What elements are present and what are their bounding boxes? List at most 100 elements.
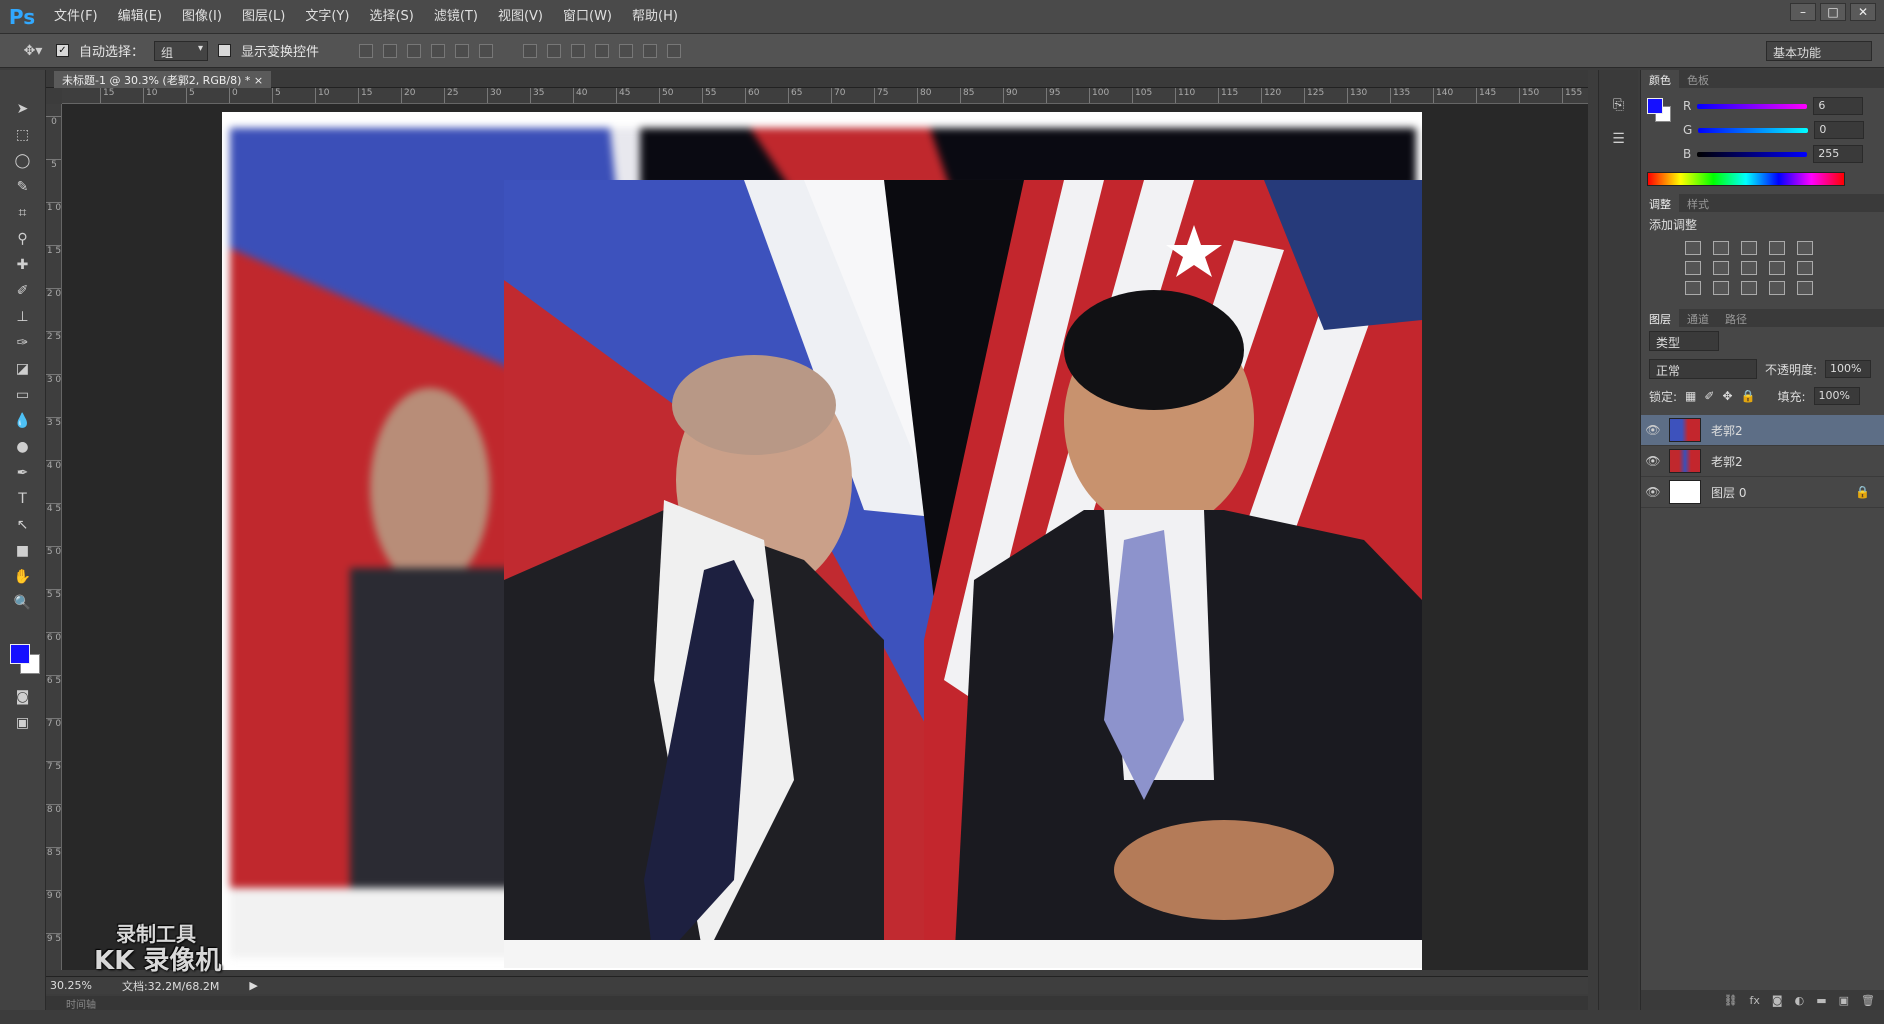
delete-layer-icon[interactable]: 🗑 [1861,994,1875,1007]
hue-saturation-icon[interactable] [1685,261,1701,275]
menu-filter[interactable]: 滤镜(T) [424,0,488,34]
add-mask-icon[interactable]: ◙ [1772,994,1783,1007]
slider-red[interactable]: R 6 [1677,94,1870,118]
vibrance-icon[interactable] [1797,241,1813,255]
status-menu-arrow-icon[interactable]: ▶ [249,979,257,992]
crop-tool-icon[interactable]: ⌗ [10,204,36,222]
red-track[interactable] [1697,103,1808,109]
hand-tool-icon[interactable]: ✋ [10,568,36,586]
show-transform-checkbox[interactable] [218,44,232,57]
brush-tool-icon[interactable]: ✐ [10,282,36,300]
quick-select-tool-icon[interactable]: ✎ [10,178,36,196]
new-adjustment-icon[interactable]: ◐ [1795,994,1805,1007]
blue-value[interactable]: 255 [1813,145,1864,163]
visibility-eye-icon[interactable]: 👁 [1641,454,1665,468]
timeline-bar[interactable]: 时间轴 [46,996,1588,1011]
threshold-icon[interactable] [1741,281,1757,295]
tab-color[interactable]: 颜色 [1641,70,1679,88]
minimize-button[interactable]: – [1790,3,1816,21]
document-tab[interactable]: 未标题-1 @ 30.3% (老郭2, RGB/8) * × [54,71,272,88]
lock-paint-icon[interactable]: ✐ [1704,389,1714,403]
green-track[interactable] [1698,127,1809,133]
tab-adjustments[interactable]: 调整 [1641,194,1679,212]
distribute-right-icon[interactable] [643,43,658,58]
properties-panel-icon[interactable]: ☰ [1606,130,1632,148]
menu-select[interactable]: 选择(S) [359,0,423,34]
lock-move-icon[interactable]: ✥ [1722,389,1732,403]
opacity-input[interactable]: 100% [1825,360,1872,378]
visibility-eye-icon[interactable]: 👁 [1641,485,1665,499]
zoom-level[interactable]: 30.25% [50,979,92,992]
blur-tool-icon[interactable]: 💧 [10,412,36,430]
layer-row[interactable]: 👁 老郭2 [1641,446,1884,477]
pen-tool-icon[interactable]: ✒ [10,464,36,482]
blend-mode-dropdown[interactable]: 正常 [1649,359,1757,379]
panel-foreground-swatch[interactable] [1647,98,1663,114]
menu-window[interactable]: 窗口(W) [553,0,622,34]
layer-filter-dropdown[interactable]: 类型 [1649,331,1719,351]
color-spectrum-bar[interactable] [1647,172,1845,186]
menu-file[interactable]: 文件(F) [44,0,108,34]
layer-style-icon[interactable]: fx [1750,994,1760,1007]
lock-pixels-icon[interactable]: ▦ [1685,389,1696,403]
align-bottom-icon[interactable] [407,43,422,58]
move-tool-preset-icon[interactable]: ✥▾ [20,42,46,60]
align-hcenter-icon[interactable] [455,43,470,58]
link-layers-icon[interactable]: ⛓ [1724,994,1738,1007]
history-panel-icon[interactable]: ⎘ [1606,96,1632,114]
menu-edit[interactable]: 编辑(E) [108,0,172,34]
zoom-tool-icon[interactable]: 🔍 [10,594,36,612]
canvas-area[interactable]: 录制工具 KK 录像机 [62,104,1588,976]
eraser-tool-icon[interactable]: ◪ [10,360,36,378]
tab-styles[interactable]: 样式 [1679,194,1717,212]
distribute-vcenter-icon[interactable] [547,43,562,58]
move-tool-icon[interactable]: ➤ [10,100,36,118]
workspace-dropdown[interactable]: 基本功能 [1766,41,1872,61]
distribute-bottom-icon[interactable] [571,43,586,58]
tab-layers[interactable]: 图层 [1641,309,1679,327]
new-layer-icon[interactable]: ▣ [1839,994,1849,1007]
new-group-icon[interactable]: ▬ [1816,994,1826,1007]
menu-image[interactable]: 图像(I) [172,0,232,34]
slider-blue[interactable]: B 255 [1677,142,1870,166]
selective-color-icon[interactable] [1797,281,1813,295]
menu-help[interactable]: 帮助(H) [622,0,688,34]
type-tool-icon[interactable]: T [10,490,36,508]
dodge-tool-icon[interactable]: ● [10,438,36,456]
eyedropper-tool-icon[interactable]: ⚲ [10,230,36,248]
menu-view[interactable]: 视图(V) [488,0,553,34]
align-right-icon[interactable] [479,43,494,58]
green-value[interactable]: 0 [1814,121,1865,139]
document-canvas[interactable] [222,112,1422,970]
history-brush-tool-icon[interactable]: ✑ [10,334,36,352]
shape-tool-icon[interactable]: ■ [10,542,36,560]
layer-row[interactable]: 👁 老郭2 [1641,415,1884,446]
menu-layer[interactable]: 图层(L) [232,0,295,34]
layer-row[interactable]: 👁 图层 0 🔒 [1641,477,1884,508]
exposure-icon[interactable] [1769,241,1785,255]
brightness-icon[interactable] [1685,241,1701,255]
black-white-icon[interactable] [1741,261,1757,275]
gradient-tool-icon[interactable]: ▭ [10,386,36,404]
align-left-icon[interactable] [431,43,446,58]
tab-paths[interactable]: 路径 [1717,309,1755,327]
posterize-icon[interactable] [1713,281,1729,295]
curves-icon[interactable] [1741,241,1757,255]
close-tab-icon[interactable]: × [254,74,263,87]
align-vcenter-icon[interactable] [383,43,398,58]
marquee-tool-icon[interactable]: ⬚ [10,126,36,144]
distribute-top-icon[interactable] [523,43,538,58]
fill-input[interactable]: 100% [1813,387,1860,405]
levels-icon[interactable] [1713,241,1729,255]
tab-swatches[interactable]: 色板 [1679,70,1717,88]
align-top-icon[interactable] [359,43,374,58]
menu-type[interactable]: 文字(Y) [295,0,359,34]
invert-icon[interactable] [1685,281,1701,295]
red-value[interactable]: 6 [1813,97,1864,115]
close-button[interactable]: ✕ [1850,3,1876,21]
lock-all-icon[interactable]: 🔒 [1741,389,1756,403]
path-select-tool-icon[interactable]: ↖ [10,516,36,534]
tab-channels[interactable]: 通道 [1679,309,1717,327]
auto-select-checkbox[interactable]: ✓ [56,44,69,57]
auto-align-icon[interactable] [667,43,682,58]
